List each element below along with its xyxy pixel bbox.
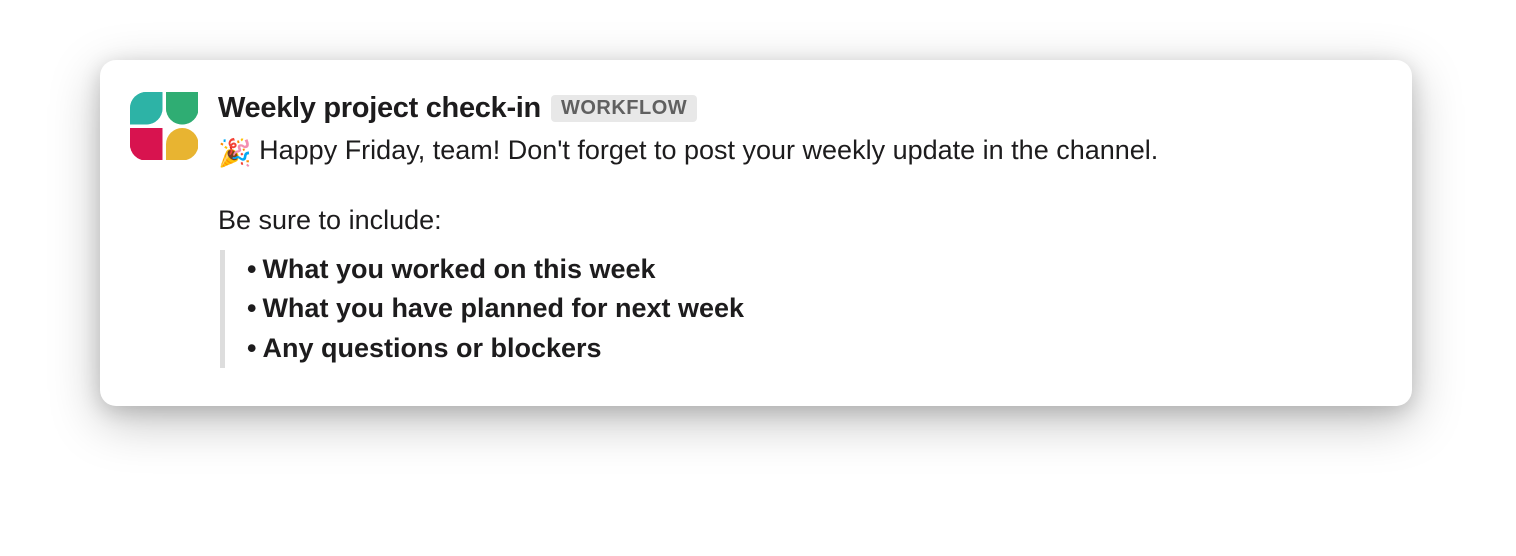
bullet-item: • Any questions or blockers xyxy=(247,329,1372,368)
message-body: 🎉 Happy Friday, team! Don't forget to po… xyxy=(218,131,1372,368)
party-popper-icon: 🎉 xyxy=(218,134,252,173)
workflow-badge: WORKFLOW xyxy=(551,95,697,122)
bullet-dot-icon: • xyxy=(247,289,256,328)
greeting-line: 🎉 Happy Friday, team! Don't forget to po… xyxy=(218,131,1372,173)
greeting-text: Happy Friday, team! Don't forget to post… xyxy=(259,135,1158,165)
avatar-quad-green xyxy=(166,92,199,125)
bullet-text: What you worked on this week xyxy=(262,250,655,289)
workflow-avatar xyxy=(128,90,200,162)
avatar-quad-yellow xyxy=(166,128,199,161)
bullet-dot-icon: • xyxy=(247,250,256,289)
sender-name: Weekly project check-in xyxy=(218,92,541,125)
bullet-dot-icon: • xyxy=(247,329,256,368)
avatar-quad-pink xyxy=(130,128,163,161)
quote-block: • What you worked on this week • What yo… xyxy=(220,250,1372,367)
bullet-item: • What you worked on this week xyxy=(247,250,1372,289)
message-content: Weekly project check-in WORKFLOW 🎉 Happy… xyxy=(218,90,1372,368)
bullet-text: What you have planned for next week xyxy=(262,289,744,328)
slack-message-card: Weekly project check-in WORKFLOW 🎉 Happy… xyxy=(100,60,1412,406)
avatar-quad-teal xyxy=(130,92,163,125)
message-header: Weekly project check-in WORKFLOW xyxy=(218,92,1372,125)
include-label: Be sure to include: xyxy=(218,201,1372,240)
bullet-item: • What you have planned for next week xyxy=(247,289,1372,328)
bullet-text: Any questions or blockers xyxy=(262,329,601,368)
